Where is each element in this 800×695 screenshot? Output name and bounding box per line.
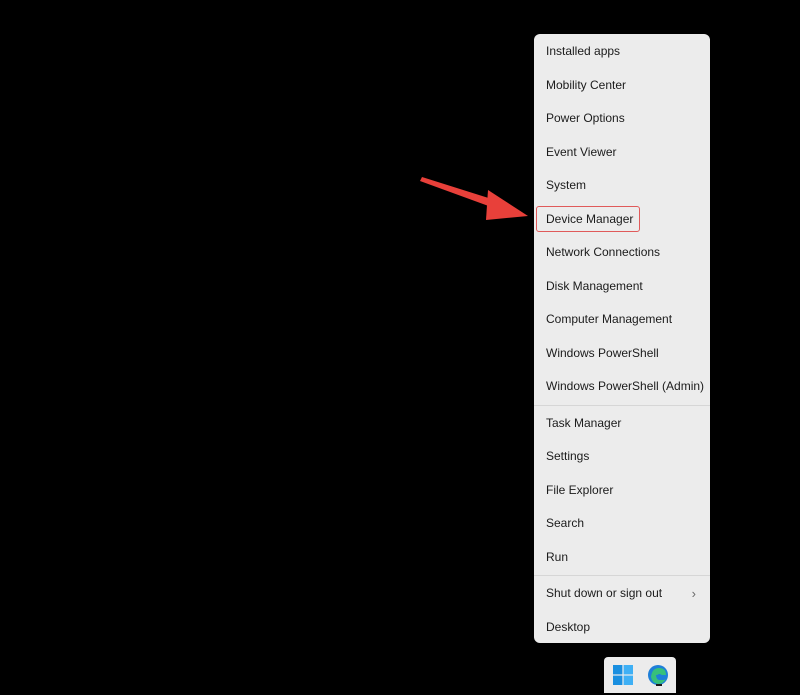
menu-item-label: Windows PowerShell bbox=[546, 345, 659, 360]
menu-item-label: Desktop bbox=[546, 619, 591, 634]
chevron-right-icon: › bbox=[691, 586, 696, 601]
menu-item-settings[interactable]: Settings bbox=[534, 440, 710, 474]
menu-item-label: Settings bbox=[546, 449, 590, 463]
menu-item-label: Network Connections bbox=[546, 245, 661, 259]
menu-item-desktop[interactable]: Desktop bbox=[534, 611, 710, 645]
menu-item-label: Power Options bbox=[546, 111, 625, 125]
menu-separator bbox=[534, 404, 710, 406]
menu-item-label: Installed apps bbox=[546, 44, 621, 58]
menu-item-system[interactable]: System bbox=[534, 169, 710, 203]
menu-item-label: Computer Management bbox=[546, 312, 673, 326]
menu-item-event-viewer[interactable]: Event Viewer bbox=[534, 136, 710, 170]
menu-item-search[interactable]: Search bbox=[534, 507, 710, 541]
menu-item-network-connections[interactable]: Network Connections bbox=[534, 236, 710, 270]
menu-item-label: Mobility Center bbox=[546, 77, 627, 92]
menu-separator bbox=[534, 575, 710, 576]
menu-item-label: Event Viewer bbox=[546, 144, 617, 159]
quick-link-menu: Installed apps Mobility Center Power Opt… bbox=[534, 34, 710, 643]
menu-item-windows-powershell-admin[interactable]: Windows PowerShell (Admin) bbox=[534, 370, 710, 404]
menu-item-power-options[interactable]: Power Options bbox=[534, 102, 710, 136]
menu-item-windows-powershell[interactable]: Windows PowerShell bbox=[534, 337, 710, 371]
menu-item-label: System bbox=[546, 178, 587, 192]
menu-item-shut-down-or-sign-out[interactable]: Shut down or sign out › bbox=[534, 577, 710, 611]
menu-item-mobility-center[interactable]: Mobility Center bbox=[534, 69, 710, 103]
desktop-background: Installed apps Mobility Center Power Opt… bbox=[0, 0, 800, 695]
menu-item-label: Run bbox=[546, 549, 569, 564]
menu-item-disk-management[interactable]: Disk Management bbox=[534, 270, 710, 304]
edge-browser-icon[interactable] bbox=[647, 664, 669, 686]
windows-start-icon[interactable] bbox=[613, 665, 633, 685]
taskbar bbox=[604, 657, 676, 693]
menu-item-installed-apps[interactable]: Installed apps bbox=[534, 35, 710, 69]
menu-item-label: File Explorer bbox=[546, 482, 614, 497]
menu-item-label: Task Manager bbox=[546, 415, 622, 430]
menu-item-label: Device Manager bbox=[546, 211, 634, 226]
menu-item-label: Shut down or sign out bbox=[546, 586, 663, 600]
menu-item-label: Search bbox=[546, 516, 585, 530]
annotation-arrow-icon bbox=[420, 177, 528, 220]
menu-item-computer-management[interactable]: Computer Management bbox=[534, 303, 710, 337]
menu-item-task-manager[interactable]: Task Manager bbox=[534, 407, 710, 441]
menu-item-run[interactable]: Run bbox=[534, 541, 710, 575]
menu-item-label: Windows PowerShell (Admin) bbox=[546, 379, 705, 393]
menu-item-file-explorer[interactable]: File Explorer bbox=[534, 474, 710, 508]
menu-item-label: Disk Management bbox=[546, 278, 643, 293]
menu-item-device-manager[interactable]: Device Manager bbox=[534, 203, 710, 237]
